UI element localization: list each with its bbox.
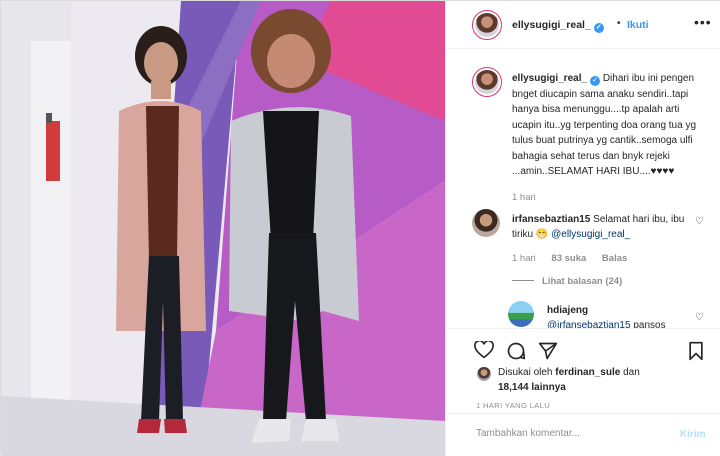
likes-text: Disukai oleh ferdinan_sule dan 18,144 la… <box>498 365 688 395</box>
author-username[interactable]: ellysugigi_real_ ✓ <box>512 19 604 33</box>
comment-username[interactable]: irfansebaztian15 <box>512 214 590 225</box>
verified-badge-icon: ✓ <box>590 76 601 86</box>
bookmark-icon[interactable] <box>688 341 704 364</box>
verified-badge-icon: ✓ <box>593 23 604 33</box>
reply-button[interactable]: Balas <box>602 253 627 264</box>
reply-mention[interactable]: @irfansebaztian15 <box>547 320 631 328</box>
reply-username[interactable]: hdiajeng <box>547 305 588 316</box>
reply-text: pansos <box>630 320 666 328</box>
comment-likes[interactable]: 83 suka <box>551 253 586 264</box>
liker-avatar[interactable] <box>476 366 492 382</box>
likes-middle: dan <box>620 367 640 378</box>
reply-like-heart-icon[interactable]: ♡ <box>695 312 704 323</box>
post-sidebar: ellysugigi_real_ ✓ • Ikuti ••• ellysugigi… <box>445 1 720 456</box>
comment-icon[interactable] <box>506 341 526 364</box>
header-separator: • <box>617 18 621 29</box>
liker-username[interactable]: ferdinan_sule <box>555 367 620 378</box>
comment-input[interactable] <box>476 428 666 439</box>
likes-count[interactable]: 18,144 lainnya <box>498 382 566 393</box>
post-card: ellysugigi_real_ ✓ • Ikuti ••• ellysugigi… <box>0 0 720 456</box>
view-replies-label: Lihat balasan (24) <box>542 276 623 287</box>
reply-item: hdiajeng @irfansebaztian15 pansos <box>547 303 697 328</box>
photo-illustration <box>1 1 445 456</box>
comment-like-heart-icon[interactable]: ♡ <box>695 216 704 227</box>
more-options-icon[interactable]: ••• <box>694 14 712 30</box>
post-photo[interactable] <box>1 1 445 456</box>
reply-avatar[interactable] <box>508 301 534 327</box>
heart-icon[interactable] <box>474 339 494 362</box>
share-icon[interactable] <box>538 341 558 364</box>
comments-list[interactable]: ellysugigi_real_ ✓ Dihari ibu ini pengen … <box>446 50 720 328</box>
author-avatar[interactable] <box>472 10 502 40</box>
post-date[interactable]: 1 HARI YANG LALU <box>476 401 550 410</box>
caption-time[interactable]: 1 hari <box>512 192 536 203</box>
post-comment-button[interactable]: Kirim <box>680 429 706 440</box>
caption-avatar[interactable] <box>472 67 502 97</box>
follow-button[interactable]: Ikuti <box>627 19 649 31</box>
comment-time[interactable]: 1 hari <box>512 253 536 264</box>
comment-avatar[interactable] <box>472 209 500 237</box>
view-replies-button[interactable]: Lihat balasan (24) <box>512 276 622 287</box>
caption-username[interactable]: ellysugigi_real_ <box>512 73 587 84</box>
comment-item: irfansebaztian15 Selamat hari ibu, ibu t… <box>512 212 694 242</box>
comment-meta: 1 hari 83 suka Balas <box>512 253 640 264</box>
caption-text: Dihari ibu ini pengen bnget diucapin sam… <box>512 73 697 177</box>
post-caption: ellysugigi_real_ ✓ Dihari ibu ini pengen … <box>512 71 704 180</box>
likes-prefix: Disukai oleh <box>498 367 556 378</box>
post-header: ellysugigi_real_ ✓ • Ikuti ••• <box>446 1 720 49</box>
comment-mention[interactable]: @ellysugigi_real_ <box>551 229 630 240</box>
add-comment-bar: Kirim <box>446 413 720 456</box>
